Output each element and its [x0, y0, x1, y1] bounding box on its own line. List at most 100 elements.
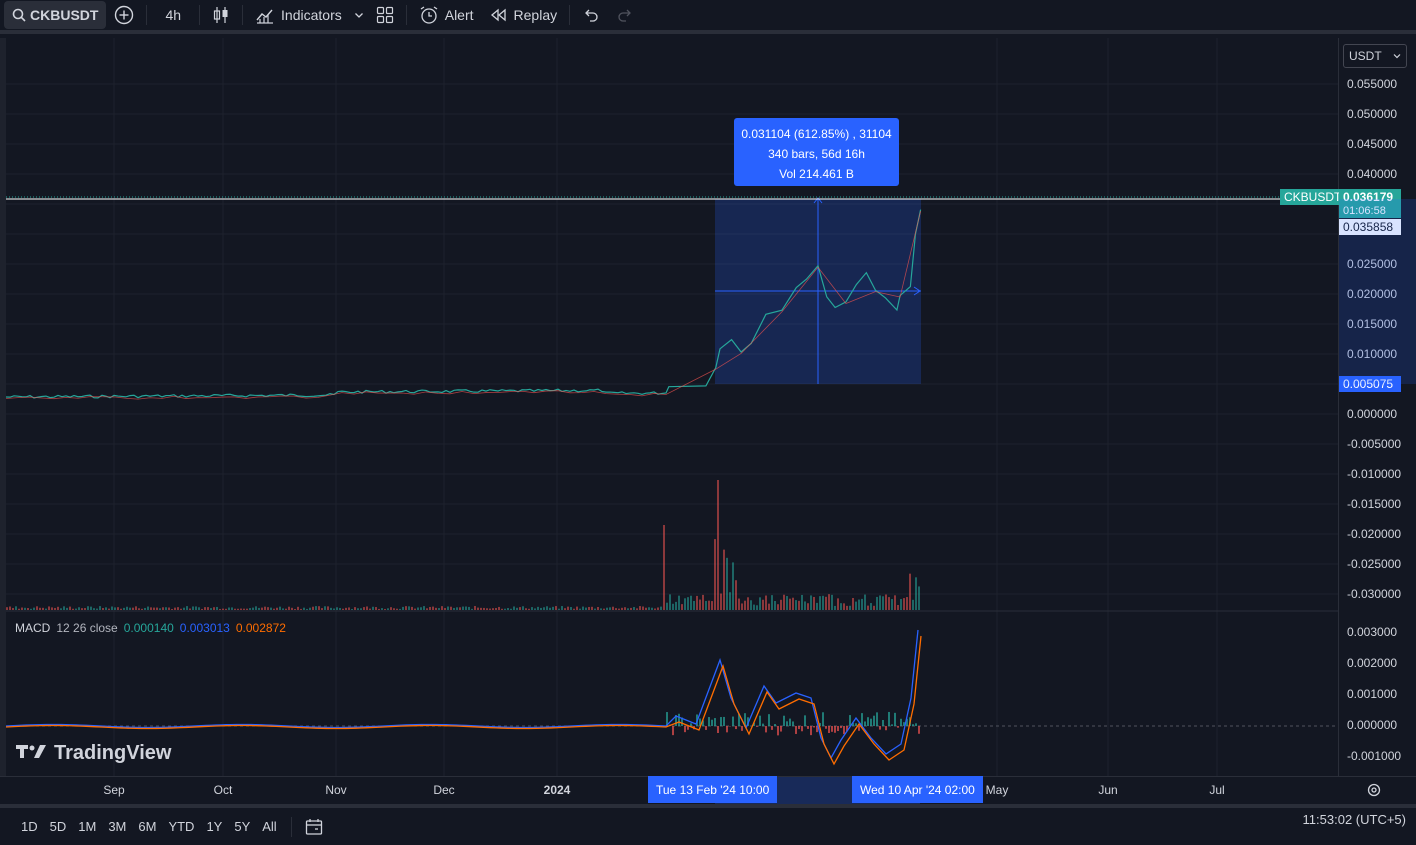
macd-legend[interactable]: MACD 12 26 close 0.000140 0.003013 0.002… [15, 621, 286, 635]
volume-bar [732, 562, 734, 610]
volume-bar [102, 607, 104, 610]
volume-bar [579, 608, 581, 610]
go-to-date-icon[interactable] [304, 817, 324, 837]
volume-bar [258, 607, 260, 610]
volume-bar [267, 607, 269, 610]
volume-bar [36, 606, 38, 610]
range-button-all[interactable]: All [256, 819, 282, 834]
volume-bar [531, 607, 533, 610]
undo-button[interactable] [574, 0, 608, 30]
volume-bar [768, 603, 770, 610]
volume-bar [759, 597, 761, 610]
volume-bar [294, 608, 296, 610]
volume-bar [423, 606, 425, 610]
range-button-1y[interactable]: 1Y [200, 819, 228, 834]
macd-histogram-bar [723, 716, 725, 726]
price-scale[interactable]: 0.055000 0.050000 0.045000 0.040000 0.025000… [1338, 38, 1416, 776]
volume-bar [378, 608, 380, 610]
indicators-label: Indicators [281, 7, 342, 23]
volume-bar [510, 608, 512, 610]
volume-bar [168, 607, 170, 610]
rewind-icon [490, 8, 508, 22]
price-tick-label: 0.000000 [1347, 407, 1398, 421]
volume-bar [636, 608, 638, 610]
templates-button[interactable] [368, 0, 402, 30]
volume-bar [576, 606, 578, 610]
volume-bar [624, 607, 626, 610]
macd-histogram-bar [795, 726, 797, 734]
volume-bar [618, 608, 620, 610]
volume-bar [354, 607, 356, 610]
chart-pane[interactable] [5, 38, 1338, 776]
interval-button[interactable]: 4h [151, 0, 195, 30]
volume-bar [228, 607, 230, 610]
replay-button[interactable]: Replay [482, 0, 566, 30]
volume-bar [696, 595, 698, 610]
macd-histogram-bar [900, 718, 902, 726]
volume-bar [594, 608, 596, 610]
volume-bar [372, 606, 374, 610]
volume-bar [543, 607, 545, 610]
indicators-button[interactable]: Indicators [247, 0, 350, 30]
volume-bar [915, 577, 917, 610]
range-button-3m[interactable]: 3M [102, 819, 132, 834]
macd-histogram-bar [807, 726, 809, 729]
volume-bar [792, 597, 794, 610]
volume-bar [417, 607, 419, 610]
time-tick-label: May [985, 783, 1009, 797]
volume-bar [444, 608, 446, 610]
redo-button[interactable] [608, 0, 642, 30]
volume-bar [873, 605, 875, 610]
currency-select[interactable]: USDT [1343, 44, 1407, 68]
range-button-1m[interactable]: 1M [72, 819, 102, 834]
volume-bar [327, 606, 329, 610]
compare-button[interactable] [106, 0, 142, 30]
range-button-5y[interactable]: 5Y [228, 819, 256, 834]
volume-bar [381, 608, 383, 610]
volume-bar [15, 606, 17, 610]
settings-icon[interactable] [1366, 782, 1382, 803]
volume-bar [780, 599, 782, 610]
volume-bar [612, 606, 614, 610]
tradingview-logo[interactable]: TradingView [16, 742, 171, 765]
volume-bar [51, 607, 53, 610]
volume-bar [21, 607, 23, 610]
macd-histogram-bar [828, 726, 830, 734]
symbol-search-button[interactable]: CKBUSDT [4, 1, 107, 29]
volume-bar [879, 595, 881, 610]
range-button-5d[interactable]: 5D [44, 819, 73, 834]
macd-tick-label: 0.003000 [1347, 625, 1398, 639]
range-button-6m[interactable]: 6M [132, 819, 162, 834]
timezone-clock[interactable]: 11:53:02 (UTC+5) [1303, 812, 1406, 827]
volume-bar [528, 608, 530, 610]
volume-bar [333, 608, 335, 610]
range-button-1d[interactable]: 1D [15, 819, 44, 834]
volume-bar [492, 608, 494, 610]
alert-button[interactable]: Alert [411, 0, 482, 30]
macd-histogram-bar [726, 726, 728, 733]
symbol-price-tag: CKBUSDT [1280, 189, 1346, 205]
macd-histogram-bar [825, 726, 827, 729]
macd-histogram-bar [822, 712, 824, 726]
chart-canvas[interactable] [5, 38, 1338, 776]
macd-histogram-bar [705, 726, 707, 730]
volume-bar [888, 597, 890, 610]
macd-tick-label: 0.002000 [1347, 656, 1398, 670]
volume-bar [894, 595, 896, 610]
volume-bar [420, 607, 422, 610]
chart-type-button[interactable] [204, 0, 238, 30]
volume-bar [48, 606, 50, 610]
volume-bar [600, 608, 602, 610]
volume-bar [195, 606, 197, 610]
volume-bar [660, 606, 662, 610]
range-button-ytd[interactable]: YTD [162, 819, 200, 834]
volume-bar [96, 608, 98, 610]
volume-bar [498, 606, 500, 610]
volume-bar [909, 573, 911, 610]
volume-bar [72, 608, 74, 610]
volume-bar [882, 596, 884, 610]
separator [242, 5, 244, 25]
macd-histogram-bar [894, 712, 896, 726]
macd-legend-value-signal: 0.002872 [235, 621, 286, 635]
indicators-dropdown[interactable] [350, 0, 368, 30]
